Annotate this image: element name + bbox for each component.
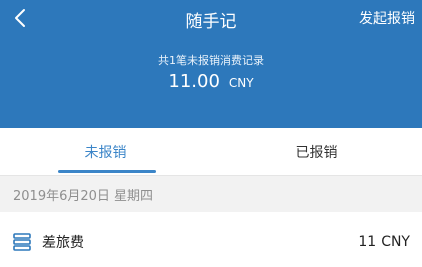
tab-reimbursed[interactable]: 已报销 <box>211 128 422 176</box>
app-header: 随手记 发起报销 共1笔未报销消费记录 11.00 CNY <box>0 0 422 128</box>
summary-amount: 11.00 CNY <box>0 71 422 92</box>
record-amount: 11 CNY <box>358 234 410 250</box>
tab-unreimbursed[interactable]: 未报销 <box>0 128 211 176</box>
list-item[interactable]: 差旅费 11 CNY <box>0 216 422 267</box>
record-currency: CNY <box>381 233 410 250</box>
date-group-header: 2019年6月20日 星期四 <box>0 176 422 212</box>
tab-bar: 未报销 已报销 <box>0 128 422 176</box>
record-amount-value: 11 <box>358 233 377 250</box>
summary-label: 共1笔未报销消费记录 <box>158 54 264 67</box>
summary-currency: CNY <box>228 76 254 90</box>
record-category: 差旅费 <box>42 234 84 251</box>
summary-amount-value: 11.00 <box>168 71 220 92</box>
start-reimbursement-button[interactable]: 发起报销 <box>359 8 415 28</box>
list-icon <box>13 232 31 251</box>
active-tab-indicator <box>58 170 156 173</box>
